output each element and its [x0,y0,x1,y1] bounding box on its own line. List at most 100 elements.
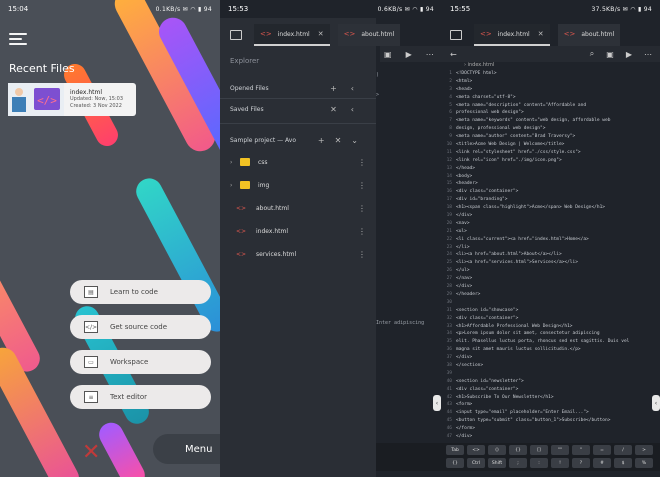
search-icon[interactable]: ⌕ [590,49,594,59]
more-options-icon[interactable]: ⋮ [358,227,366,236]
code-line: </header> [456,291,481,297]
code-line: <ul> [456,228,467,234]
line-number: 34 [446,331,452,337]
editor-toolbar-peek: ▣ ▶ ⋯ [380,46,442,62]
extra-key[interactable]: Shift [488,458,506,468]
code-icon: </> [84,321,98,333]
close-tab-icon[interactable]: ✕ [318,30,324,38]
extra-key[interactable]: ; [509,458,527,468]
close-icon[interactable]: ✕ [82,440,100,465]
extra-key[interactable]: '' [572,445,590,455]
sample-project-section[interactable]: Sample project — Avo +✕⌄ [220,130,376,150]
status-bar: 15:04 0.1KB/s ✉ ◠ ▮ 94 [0,0,220,18]
extra-key[interactable]: % [635,458,653,468]
opened-files-section[interactable]: Opened Files +‹ [220,78,376,98]
side-handle-icon[interactable]: ‹ [652,395,660,411]
run-icon[interactable]: ▶ [406,50,412,59]
tree-folder-css[interactable]: › css ⋮ [230,152,376,172]
code-line: <link rel="icon" href="./img/icon.png"> [456,157,562,163]
line-number: 43 [446,402,452,408]
tab-index-html[interactable]: <> index.html ✕ [474,24,550,46]
tab-about-html[interactable]: <> about.html [557,24,621,46]
save-icon[interactable]: ▣ [384,50,392,59]
folder-icon[interactable] [450,30,462,40]
extra-key[interactable]: "" [551,445,569,455]
section-actions[interactable]: +‹ [330,84,368,93]
text-editor-button[interactable]: ≡ Text editor [70,385,211,409]
line-number: 18 [446,205,452,211]
folder-icon[interactable] [230,30,242,40]
extra-key[interactable]: = [593,445,611,455]
more-options-icon[interactable]: ⋯ [644,50,652,59]
more-options-icon[interactable]: ⋮ [358,250,366,259]
tab-index-html[interactable]: <> index.html ✕ [254,24,330,46]
tree-label: img [258,181,270,189]
line-number: 7 [449,118,452,124]
learn-to-code-button[interactable]: ▤ Learn to code [70,280,211,304]
workspace-button[interactable]: ▭ Workspace [70,350,211,374]
extra-key[interactable]: > [635,445,653,455]
extra-key[interactable]: # [593,458,611,468]
saved-files-section[interactable]: Saved Files ✕‹ [220,99,376,119]
code-line: <section id="showcase"> [456,307,519,313]
section-actions[interactable]: ✕‹ [330,105,368,114]
line-number: 21 [446,228,452,234]
extra-key[interactable]: Tab [446,445,464,455]
extra-key[interactable]: / [614,445,632,455]
menu-fab-button[interactable]: Menu [153,434,220,464]
code-icon: <> [563,30,576,38]
run-icon[interactable]: ▶ [626,50,632,59]
tree-file-index[interactable]: <> index.html ⋮ [230,221,376,241]
menu-label: Get source code [110,323,168,331]
tree-file-services[interactable]: <> services.html ⋮ [230,244,376,264]
keyboard-bar-peek [376,443,442,471]
tree-label: about.html [256,204,289,212]
line-number: 20 [446,220,452,226]
section-label: Sample project — Avo [230,136,297,144]
extra-key[interactable]: $ [614,458,632,468]
more-options-icon[interactable]: ⋮ [358,181,366,190]
code-line: <div class="container"> [456,315,519,321]
line-number: 45 [446,418,452,424]
code-peek-tail: Inter adipiscing [376,320,425,326]
code-line: <nav> [456,220,470,226]
extra-key[interactable]: {} [509,445,527,455]
extra-key[interactable]: : [530,458,548,468]
tree-folder-img[interactable]: › img ⋮ [230,175,376,195]
code-line-peek [376,80,442,90]
editor-tabs: <> index.html ✕ <> about.html [474,24,621,46]
more-options-icon[interactable]: ⋯ [426,50,434,59]
status-time: 15:04 [8,5,29,13]
section-actions[interactable]: +✕⌄ [318,136,368,145]
decor-stripe [94,418,150,477]
line-number: 4 [449,94,452,100]
more-options-icon[interactable]: ⋮ [358,158,366,167]
extra-key[interactable]: ! [551,458,569,468]
back-arrow-icon[interactable]: ← [450,50,457,59]
code-line: <!DOCTYPE html> [456,71,497,76]
status-time: 15:53 [228,5,249,13]
extra-key[interactable]: () [488,445,506,455]
more-options-icon[interactable]: ⋮ [358,204,366,213]
line-number: 5 [449,102,452,108]
tree-file-about[interactable]: <> about.html ⋮ [230,198,376,218]
code-line: <form> [456,402,473,408]
extra-key[interactable]: Ctrl [467,458,485,468]
recent-file-card[interactable]: </> index.html Updated: Now, 15:03 Creat… [8,83,136,116]
extra-key[interactable]: <> [467,445,485,455]
hamburger-menu-icon[interactable] [9,33,27,45]
side-handle-icon[interactable]: ‹ [433,395,441,411]
extra-key[interactable]: [] [530,445,548,455]
recent-file-created: Created: 3 Nov 2022 [70,103,122,109]
close-tab-icon[interactable]: ✕ [538,30,544,38]
code-editor-area[interactable]: <!DOCTYPE html> <html> <head> <meta chars… [456,70,660,441]
extra-key[interactable]: {} [446,458,464,468]
line-number: 12 [446,157,452,163]
status-indicators: 0.6KB/s ✉ ◠ ▮ 94 [377,5,434,13]
extra-key[interactable]: ? [572,458,590,468]
save-icon[interactable]: ▣ [606,50,614,59]
tab-about-html[interactable]: <> about.html [337,24,401,46]
get-source-code-button[interactable]: </> Get source code [70,315,211,339]
code-line: <meta name="keywords" content="web desig… [456,118,611,124]
